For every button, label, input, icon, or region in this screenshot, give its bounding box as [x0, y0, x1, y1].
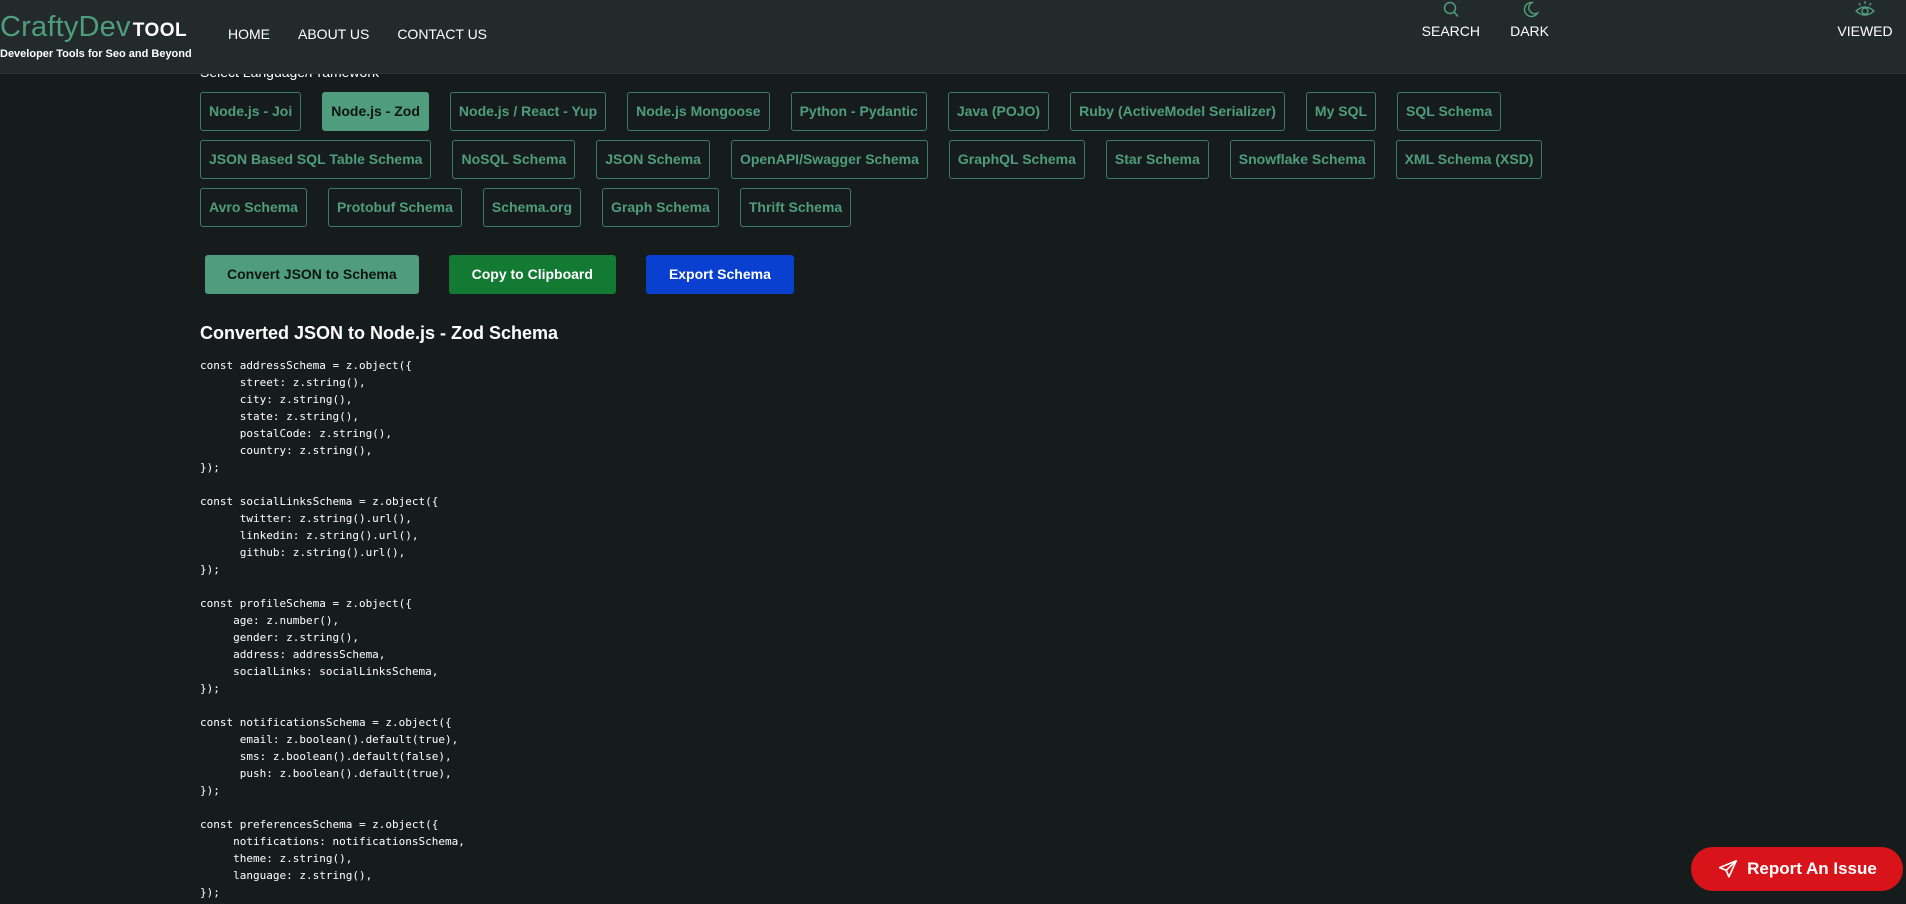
- language-chip[interactable]: XML Schema (XSD): [1395, 140, 1543, 179]
- language-chip[interactable]: Python - Pydantic: [790, 92, 927, 131]
- nav-home[interactable]: HOME: [228, 26, 270, 42]
- language-row-2: JSON Based SQL Table Schema NoSQL Schema…: [200, 140, 1563, 179]
- search-icon: [1443, 1, 1459, 17]
- logo-main-text: CraftyDev: [0, 11, 131, 43]
- dark-label: DARK: [1510, 23, 1549, 39]
- language-chip[interactable]: Graph Schema: [602, 188, 719, 227]
- schema-output: const addressSchema = z.object({ street:…: [200, 359, 465, 899]
- viewed-button[interactable]: VIEWED: [1824, 0, 1906, 39]
- language-chip[interactable]: NoSQL Schema: [452, 140, 576, 179]
- language-chip[interactable]: GraphQL Schema: [948, 140, 1085, 179]
- language-chip[interactable]: Protobuf Schema: [327, 188, 462, 227]
- viewed-label: VIEWED: [1837, 23, 1893, 39]
- language-chip[interactable]: Ruby (ActiveModel Serializer): [1070, 92, 1285, 131]
- language-chip[interactable]: Java (POJO): [947, 92, 1050, 131]
- language-chip[interactable]: JSON Based SQL Table Schema: [200, 140, 432, 179]
- site-logo[interactable]: CraftyDev TOOL Developer Tools for Seo a…: [0, 11, 192, 60]
- site-header: CraftyDev TOOL Developer Tools for Seo a…: [0, 0, 1906, 74]
- logo-tagline: Developer Tools for Seo and Beyond: [0, 48, 192, 60]
- action-bar: Convert JSON to Schema Copy to Clipboard…: [205, 255, 824, 294]
- language-chip[interactable]: Avro Schema: [200, 188, 307, 227]
- logo-suffix-text: TOOL: [132, 20, 188, 41]
- language-chip-selected[interactable]: Node.js - Zod: [322, 92, 429, 131]
- language-chip[interactable]: Snowflake Schema: [1229, 140, 1375, 179]
- logo-wordmark: CraftyDev TOOL: [0, 11, 192, 44]
- language-chip[interactable]: JSON Schema: [596, 140, 710, 179]
- search-label: SEARCH: [1421, 23, 1480, 39]
- dark-mode-toggle[interactable]: DARK: [1510, 0, 1549, 39]
- language-chip[interactable]: My SQL: [1305, 92, 1377, 131]
- nav-about-us[interactable]: ABOUT US: [298, 26, 369, 42]
- language-chip[interactable]: Thrift Schema: [739, 188, 852, 227]
- language-chip[interactable]: Schema.org: [482, 188, 582, 227]
- language-chip[interactable]: SQL Schema: [1397, 92, 1502, 131]
- language-chip[interactable]: OpenAPI/Swagger Schema: [730, 140, 928, 179]
- report-issue-label: Report An Issue: [1747, 859, 1877, 878]
- result-title: Converted JSON to Node.js - Zod Schema: [200, 323, 559, 343]
- export-schema-button[interactable]: Export Schema: [645, 255, 794, 294]
- language-row-1: Node.js - Joi Node.js - Zod Node.js / Re…: [200, 92, 1522, 131]
- main-nav: HOME ABOUT US CONTACT US: [228, 26, 515, 42]
- language-chip[interactable]: Star Schema: [1105, 140, 1209, 179]
- language-row-3: Avro Schema Protobuf Schema Schema.org G…: [200, 188, 872, 227]
- eye-icon: [1854, 1, 1876, 16]
- search-button[interactable]: SEARCH: [1422, 0, 1480, 39]
- send-icon: [1719, 859, 1738, 878]
- language-chip[interactable]: Node.js / React - Yup: [449, 92, 607, 131]
- nav-contact-us[interactable]: CONTACT US: [397, 26, 487, 42]
- language-chip[interactable]: Node.js - Joi: [200, 92, 302, 131]
- moon-icon: [1523, 1, 1539, 18]
- report-issue-button[interactable]: Report An Issue: [1691, 847, 1903, 891]
- copy-to-clipboard-button[interactable]: Copy to Clipboard: [448, 255, 616, 294]
- language-chip[interactable]: Node.js Mongoose: [627, 92, 770, 131]
- convert-button[interactable]: Convert JSON to Schema: [205, 255, 419, 294]
